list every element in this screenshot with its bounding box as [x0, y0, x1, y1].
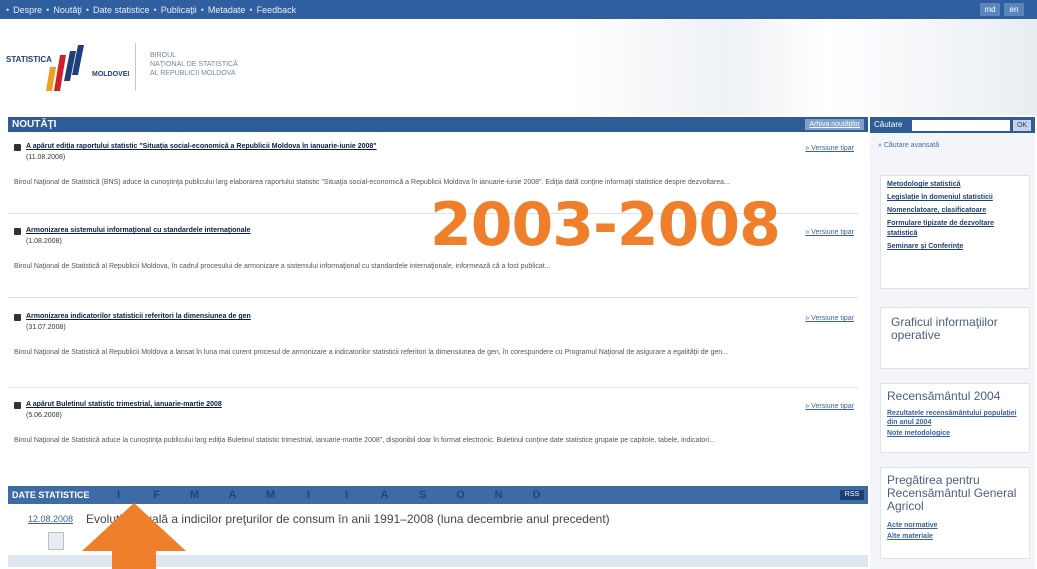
rss-button[interactable]: RSS	[840, 490, 864, 500]
news-body: Biroul Naţional de Statistică al Republi…	[14, 263, 551, 270]
news-item: Armonizarea indicatorilor statisticii re…	[14, 313, 864, 358]
month-tab[interactable]: I	[290, 489, 328, 501]
month-tab[interactable]: A	[366, 489, 404, 501]
sidebar-link[interactable]: Metodologie statistică	[887, 180, 1023, 190]
search-button[interactable]: OK	[1013, 120, 1031, 131]
nav-separator: •	[46, 4, 50, 15]
pointer-arrow-icon	[82, 503, 186, 569]
census-results-link[interactable]: Rezultatele recensământului populaţiei d…	[887, 409, 1023, 427]
agri-census-box: Pregătirea pentru Recensământul General …	[880, 467, 1030, 559]
nav-item-feedback[interactable]: Feedback	[257, 5, 297, 15]
print-version-link[interactable]: » Versiune tipar	[805, 145, 854, 152]
sidebar-link[interactable]: Seminare şi Conferinţe	[887, 242, 1023, 252]
logo-bars-icon	[46, 45, 84, 91]
nav-separator: •	[153, 4, 157, 15]
census-methodology-link[interactable]: Note metodologice	[887, 429, 1023, 438]
search-input[interactable]	[912, 120, 1010, 131]
month-tab[interactable]: M	[252, 489, 290, 501]
news-item: A apărut Buletinul statistic trimestrial…	[14, 401, 864, 446]
month-tab[interactable]: F	[138, 489, 176, 501]
bullet-icon	[14, 402, 21, 409]
print-version-link[interactable]: » Versiune tipar	[805, 315, 854, 322]
news-title-link[interactable]: A apărut ediţia raportului statistic "Si…	[26, 143, 377, 150]
bureau-line: BIROUL	[150, 52, 177, 59]
agri-census-title: Pregătirea pentru Recensământul General …	[887, 473, 1017, 513]
sidebar-link[interactable]: Nomenclatoare, clasificatoare	[887, 206, 1023, 216]
news-title-link[interactable]: Armonizarea sistemului informaţional cu …	[26, 227, 250, 234]
nav-item-despre[interactable]: Despre	[13, 5, 42, 15]
month-tab[interactable]: D	[518, 489, 556, 501]
date-statistice-title: DATE STATISTICE	[12, 490, 90, 500]
nav-separator: •	[85, 4, 90, 15]
bureau-name: BIROUL NAŢIONAL DE STATISTICĂ AL REPUBLI…	[150, 51, 280, 78]
logo-text-moldovei: MOLDOVEI	[92, 71, 130, 78]
month-tab[interactable]: M	[176, 489, 214, 501]
advanced-search-link[interactable]: » Căutare avansată	[878, 142, 939, 149]
operative-info-title[interactable]: Graficul informaţiilor operative	[891, 316, 1019, 342]
nav-item-metadate[interactable]: Metadate	[208, 5, 246, 15]
print-version-link[interactable]: » Versiune tipar	[805, 229, 854, 236]
news-body: Biroul Naţional de Statistică (BNS) aduc…	[14, 179, 730, 186]
month-tab[interactable]: S	[404, 489, 442, 501]
bullet-icon	[14, 144, 21, 151]
date-statistice-bar: DATE STATISTICE I F M A M I I A S O N D …	[8, 486, 868, 504]
period-caption: 2003-2008	[430, 190, 781, 260]
census-box: Recensământul 2004 Rezultatele recensămâ…	[880, 383, 1030, 453]
search-bar: Căutare OK	[870, 117, 1035, 133]
language-en-button[interactable]: en	[1004, 3, 1024, 16]
nav-separator: •	[200, 4, 204, 15]
news-divider	[8, 297, 858, 298]
operative-info-box[interactable]: Graficul informaţiilor operative	[880, 307, 1030, 369]
release-date-link[interactable]: 12.08.2008	[28, 514, 73, 524]
news-title-link[interactable]: Armonizarea indicatorilor statisticii re…	[26, 313, 251, 320]
sidebar-links-box: Metodologie statistică Legislaţie în dom…	[880, 175, 1030, 289]
agri-acts-link[interactable]: Acte normative	[887, 521, 1023, 530]
bullet-icon	[14, 228, 21, 235]
site-logo[interactable]: STATISTICA MOLDOVEI	[6, 43, 130, 91]
sidebar-link[interactable]: Formulare tipizate de dezvoltare statist…	[887, 219, 1023, 239]
print-version-link[interactable]: » Versiune tipar	[805, 403, 854, 410]
sidebar-link[interactable]: Legislaţie în domeniul statisticii	[887, 193, 1023, 203]
nav-separator: •	[6, 4, 10, 15]
news-panel-header: NOUTĂŢI Arhiva noutăţilor	[8, 117, 868, 132]
bullet-icon	[14, 314, 21, 321]
search-label: Căutare	[874, 120, 903, 129]
news-body: Biroul Naţional de Statistică aduce la c…	[14, 437, 715, 444]
header-divider	[135, 43, 136, 91]
news-date: (31.07.2008)	[26, 324, 66, 331]
news-date: (11.08.2008)	[26, 154, 66, 161]
bureau-line: AL REPUBLICII MOLDOVA	[150, 70, 236, 77]
news-title-link[interactable]: A apărut Buletinul statistic trimestrial…	[26, 401, 222, 408]
news-archive-link[interactable]: Arhiva noutăţilor	[805, 119, 864, 130]
month-tab[interactable]: I	[100, 489, 138, 501]
month-tab[interactable]: A	[214, 489, 252, 501]
month-tab[interactable]: I	[328, 489, 366, 501]
news-item: A apărut ediţia raportului statistic "Si…	[14, 143, 864, 188]
bureau-line: NAŢIONAL DE STATISTICĂ	[150, 61, 238, 68]
news-panel-title: NOUTĂŢI	[12, 119, 57, 130]
nav-item-noutati[interactable]: Noutăţi	[53, 5, 82, 15]
news-divider	[8, 387, 858, 388]
month-tab[interactable]: O	[442, 489, 480, 501]
census-title: Recensământul 2004	[887, 389, 1001, 403]
news-date: (5.06.2008)	[26, 412, 62, 419]
month-tab[interactable]: N	[480, 489, 518, 501]
document-icon[interactable]	[48, 532, 64, 550]
agri-materials-link[interactable]: Alte materiale	[887, 532, 1023, 541]
top-navigation-bar: • Despre • Noutăţi • Date statistice • P…	[0, 0, 1037, 19]
right-sidebar: Căutare OK » Căutare avansată Metodologi…	[870, 117, 1035, 569]
language-md-button[interactable]: md	[980, 3, 1000, 16]
news-body: Biroul Naţional de Statistică al Republi…	[14, 349, 728, 356]
nav-separator: •	[249, 4, 253, 15]
site-header: STATISTICA MOLDOVEI BIROUL NAŢIONAL DE S…	[0, 19, 1037, 115]
nav-item-date-statistice[interactable]: Date statistice	[93, 5, 150, 15]
nav-item-publicatii[interactable]: Publicaţii	[161, 5, 197, 15]
